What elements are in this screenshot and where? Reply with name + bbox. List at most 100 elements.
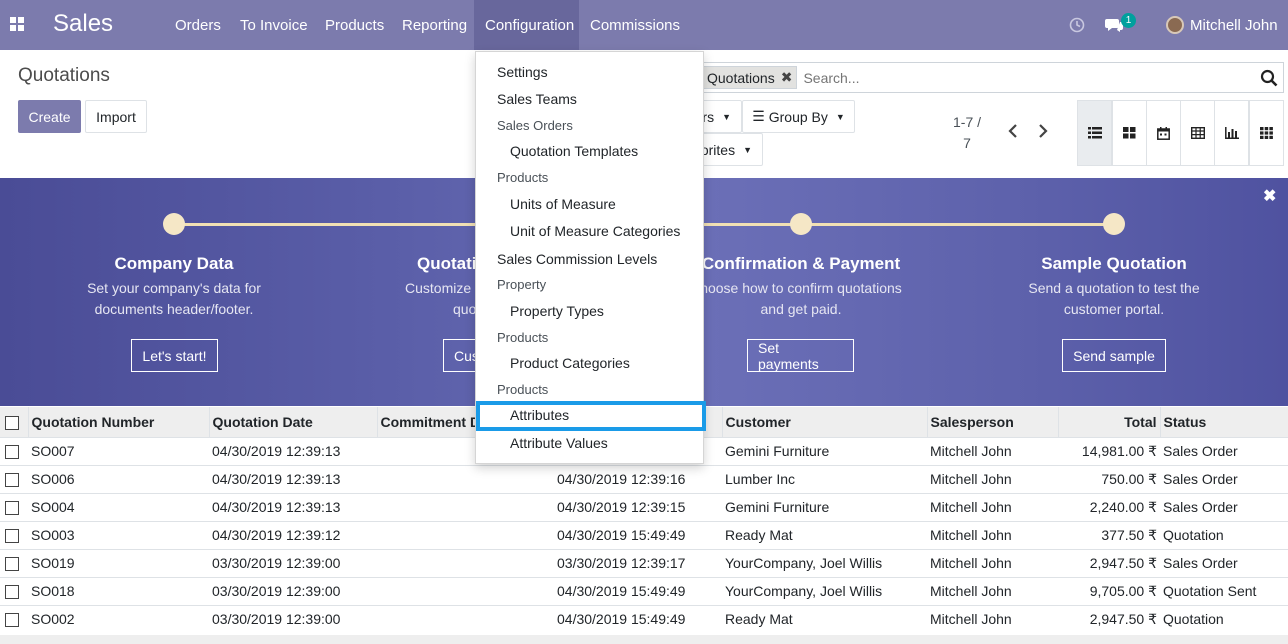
cell-customer: YourCompany, Joel Willis [722, 576, 927, 605]
table-row[interactable]: SO018 03/30/2019 12:39:00 04/30/2019 15:… [0, 576, 1288, 605]
cell-status: Sales Order [1160, 492, 1288, 521]
cell-customer: Gemini Furniture [722, 436, 927, 465]
nav-to-invoice[interactable]: To Invoice [229, 0, 319, 50]
table-row[interactable]: SO004 04/30/2019 12:39:13 04/30/2019 12:… [0, 492, 1288, 521]
nav-commissions[interactable]: Commissions [579, 0, 691, 50]
pager-next-icon[interactable] [1038, 124, 1048, 143]
step-dot [163, 213, 185, 235]
table-row[interactable]: SO003 04/30/2019 12:39:12 04/30/2019 15:… [0, 520, 1288, 549]
cell-date: 04/30/2019 12:39:13 [209, 436, 377, 465]
step-description: Set your company's data for documents hea… [87, 280, 261, 317]
cell-total: 2,947.50 ₹ [1058, 548, 1160, 577]
remove-facet-icon[interactable]: ✖ [781, 69, 793, 86]
cell-number: SO003 [28, 520, 209, 549]
pager-value[interactable]: 1-7 / 7 [953, 112, 981, 154]
top-navbar: Sales Orders To Invoice Products Reporti… [0, 0, 1288, 50]
cell-commitment: 04/30/2019 12:39:15 [377, 492, 722, 521]
cell-date: 03/30/2019 12:39:00 [209, 576, 377, 605]
pager-range: 1-7 / [953, 114, 982, 130]
lets-start-button[interactable]: Let's start! [131, 339, 218, 372]
page-title: Quotations [18, 65, 110, 86]
close-banner-icon[interactable]: ✖ [1263, 186, 1276, 206]
calendar-view-icon[interactable] [1146, 100, 1181, 166]
cell-salesperson: Mitchell John [927, 548, 1058, 577]
menu-item-attribute-values[interactable]: Attribute Values [510, 435, 737, 451]
graph-view-icon[interactable] [1214, 100, 1249, 166]
col-status[interactable]: Status [1160, 407, 1288, 437]
attributes-highlight-box [476, 401, 706, 431]
grid-view-icon[interactable] [1249, 100, 1284, 166]
cell-total: 9,705.00 ₹ [1058, 576, 1160, 605]
cell-date: 04/30/2019 12:39:12 [209, 520, 377, 549]
pivot-view-icon[interactable] [1180, 100, 1215, 166]
row-checkbox[interactable] [0, 604, 28, 633]
row-checkbox[interactable] [0, 492, 28, 521]
cell-salesperson: Mitchell John [927, 436, 1058, 465]
apps-menu-icon[interactable] [10, 17, 24, 31]
col-quotation-number[interactable]: Quotation Number [28, 407, 210, 437]
group-by-button[interactable]: ☰ Group By ▼ [742, 100, 855, 133]
menu-item-quotation-templates[interactable]: Quotation Templates [510, 143, 737, 159]
cell-salesperson: Mitchell John [927, 492, 1058, 521]
import-button[interactable]: Import [85, 100, 147, 133]
cell-total: 750.00 ₹ [1058, 464, 1160, 493]
col-quotation-date[interactable]: Quotation Date [209, 407, 378, 437]
nav-products[interactable]: Products [314, 0, 395, 50]
cell-status: Sales Order [1160, 464, 1288, 493]
cell-commitment: 03/30/2019 12:39:17 [377, 548, 722, 577]
cell-date: 03/30/2019 12:39:00 [209, 548, 377, 577]
group-by-icon: ☰ [752, 108, 765, 124]
cell-number: SO004 [28, 492, 209, 521]
cell-date: 03/30/2019 12:39:00 [209, 604, 377, 633]
step-description: Send a quotation to test the customer por… [1028, 280, 1200, 317]
select-all-checkbox[interactable] [0, 407, 29, 437]
cell-number: SO006 [28, 464, 209, 493]
menu-item-property-types[interactable]: Property Types [510, 303, 737, 319]
menu-header-sales-orders: Sales Orders [497, 118, 573, 133]
cell-commitment: 04/30/2019 15:49:49 [377, 604, 722, 633]
list-view-icon[interactable] [1077, 100, 1112, 166]
cell-customer: Ready Mat [722, 520, 927, 549]
cell-total: 2,947.50 ₹ [1058, 604, 1160, 633]
row-checkbox[interactable] [0, 576, 28, 605]
app-brand[interactable]: Sales [53, 10, 113, 38]
table-footer [0, 635, 1288, 644]
menu-header-products: Products [497, 330, 549, 345]
menu-item-uom-categories[interactable]: Unit of Measure Categories [510, 223, 737, 239]
user-menu[interactable]: Mitchell John [1166, 0, 1278, 50]
menu-item-sales-teams[interactable]: Sales Teams [497, 91, 724, 107]
messages-icon[interactable] [1105, 0, 1123, 50]
messages-badge: 1 [1121, 13, 1136, 28]
cell-salesperson: Mitchell John [927, 576, 1058, 605]
search-input[interactable] [803, 69, 1260, 86]
kanban-view-icon[interactable] [1112, 100, 1147, 166]
row-checkbox[interactable] [0, 436, 28, 465]
activity-clock-icon[interactable] [1069, 0, 1085, 50]
menu-header-products: Products [497, 170, 549, 185]
table-row[interactable]: SO019 03/30/2019 12:39:00 03/30/2019 12:… [0, 548, 1288, 577]
nav-configuration[interactable]: Configuration [474, 0, 579, 50]
search-icon[interactable] [1260, 69, 1278, 87]
table-row[interactable]: SO002 03/30/2019 12:39:00 04/30/2019 15:… [0, 604, 1288, 633]
menu-item-units-of-measure[interactable]: Units of Measure [510, 196, 737, 212]
row-checkbox[interactable] [0, 520, 28, 549]
menu-item-settings[interactable]: Settings [497, 64, 724, 80]
cell-status: Quotation Sent [1160, 576, 1288, 605]
cell-status: Quotation [1160, 520, 1288, 549]
cell-status: Sales Order [1160, 436, 1288, 465]
row-checkbox[interactable] [0, 548, 28, 577]
cell-number: SO007 [28, 436, 209, 465]
nav-reporting[interactable]: Reporting [391, 0, 478, 50]
menu-item-product-categories[interactable]: Product Categories [510, 355, 737, 371]
set-payments-button[interactable]: Set payments [747, 339, 854, 372]
col-salesperson[interactable]: Salesperson [927, 407, 1059, 437]
nav-orders[interactable]: Orders [164, 0, 232, 50]
col-customer[interactable]: Customer [722, 407, 928, 437]
row-checkbox[interactable] [0, 464, 28, 493]
col-total[interactable]: Total [1058, 407, 1161, 437]
menu-item-commission-levels[interactable]: Sales Commission Levels [497, 251, 724, 267]
create-button[interactable]: Create [18, 100, 81, 133]
table-row[interactable]: SO006 04/30/2019 12:39:13 04/30/2019 12:… [0, 464, 1288, 493]
pager-prev-icon[interactable] [1008, 124, 1018, 143]
send-sample-button[interactable]: Send sample [1062, 339, 1166, 372]
